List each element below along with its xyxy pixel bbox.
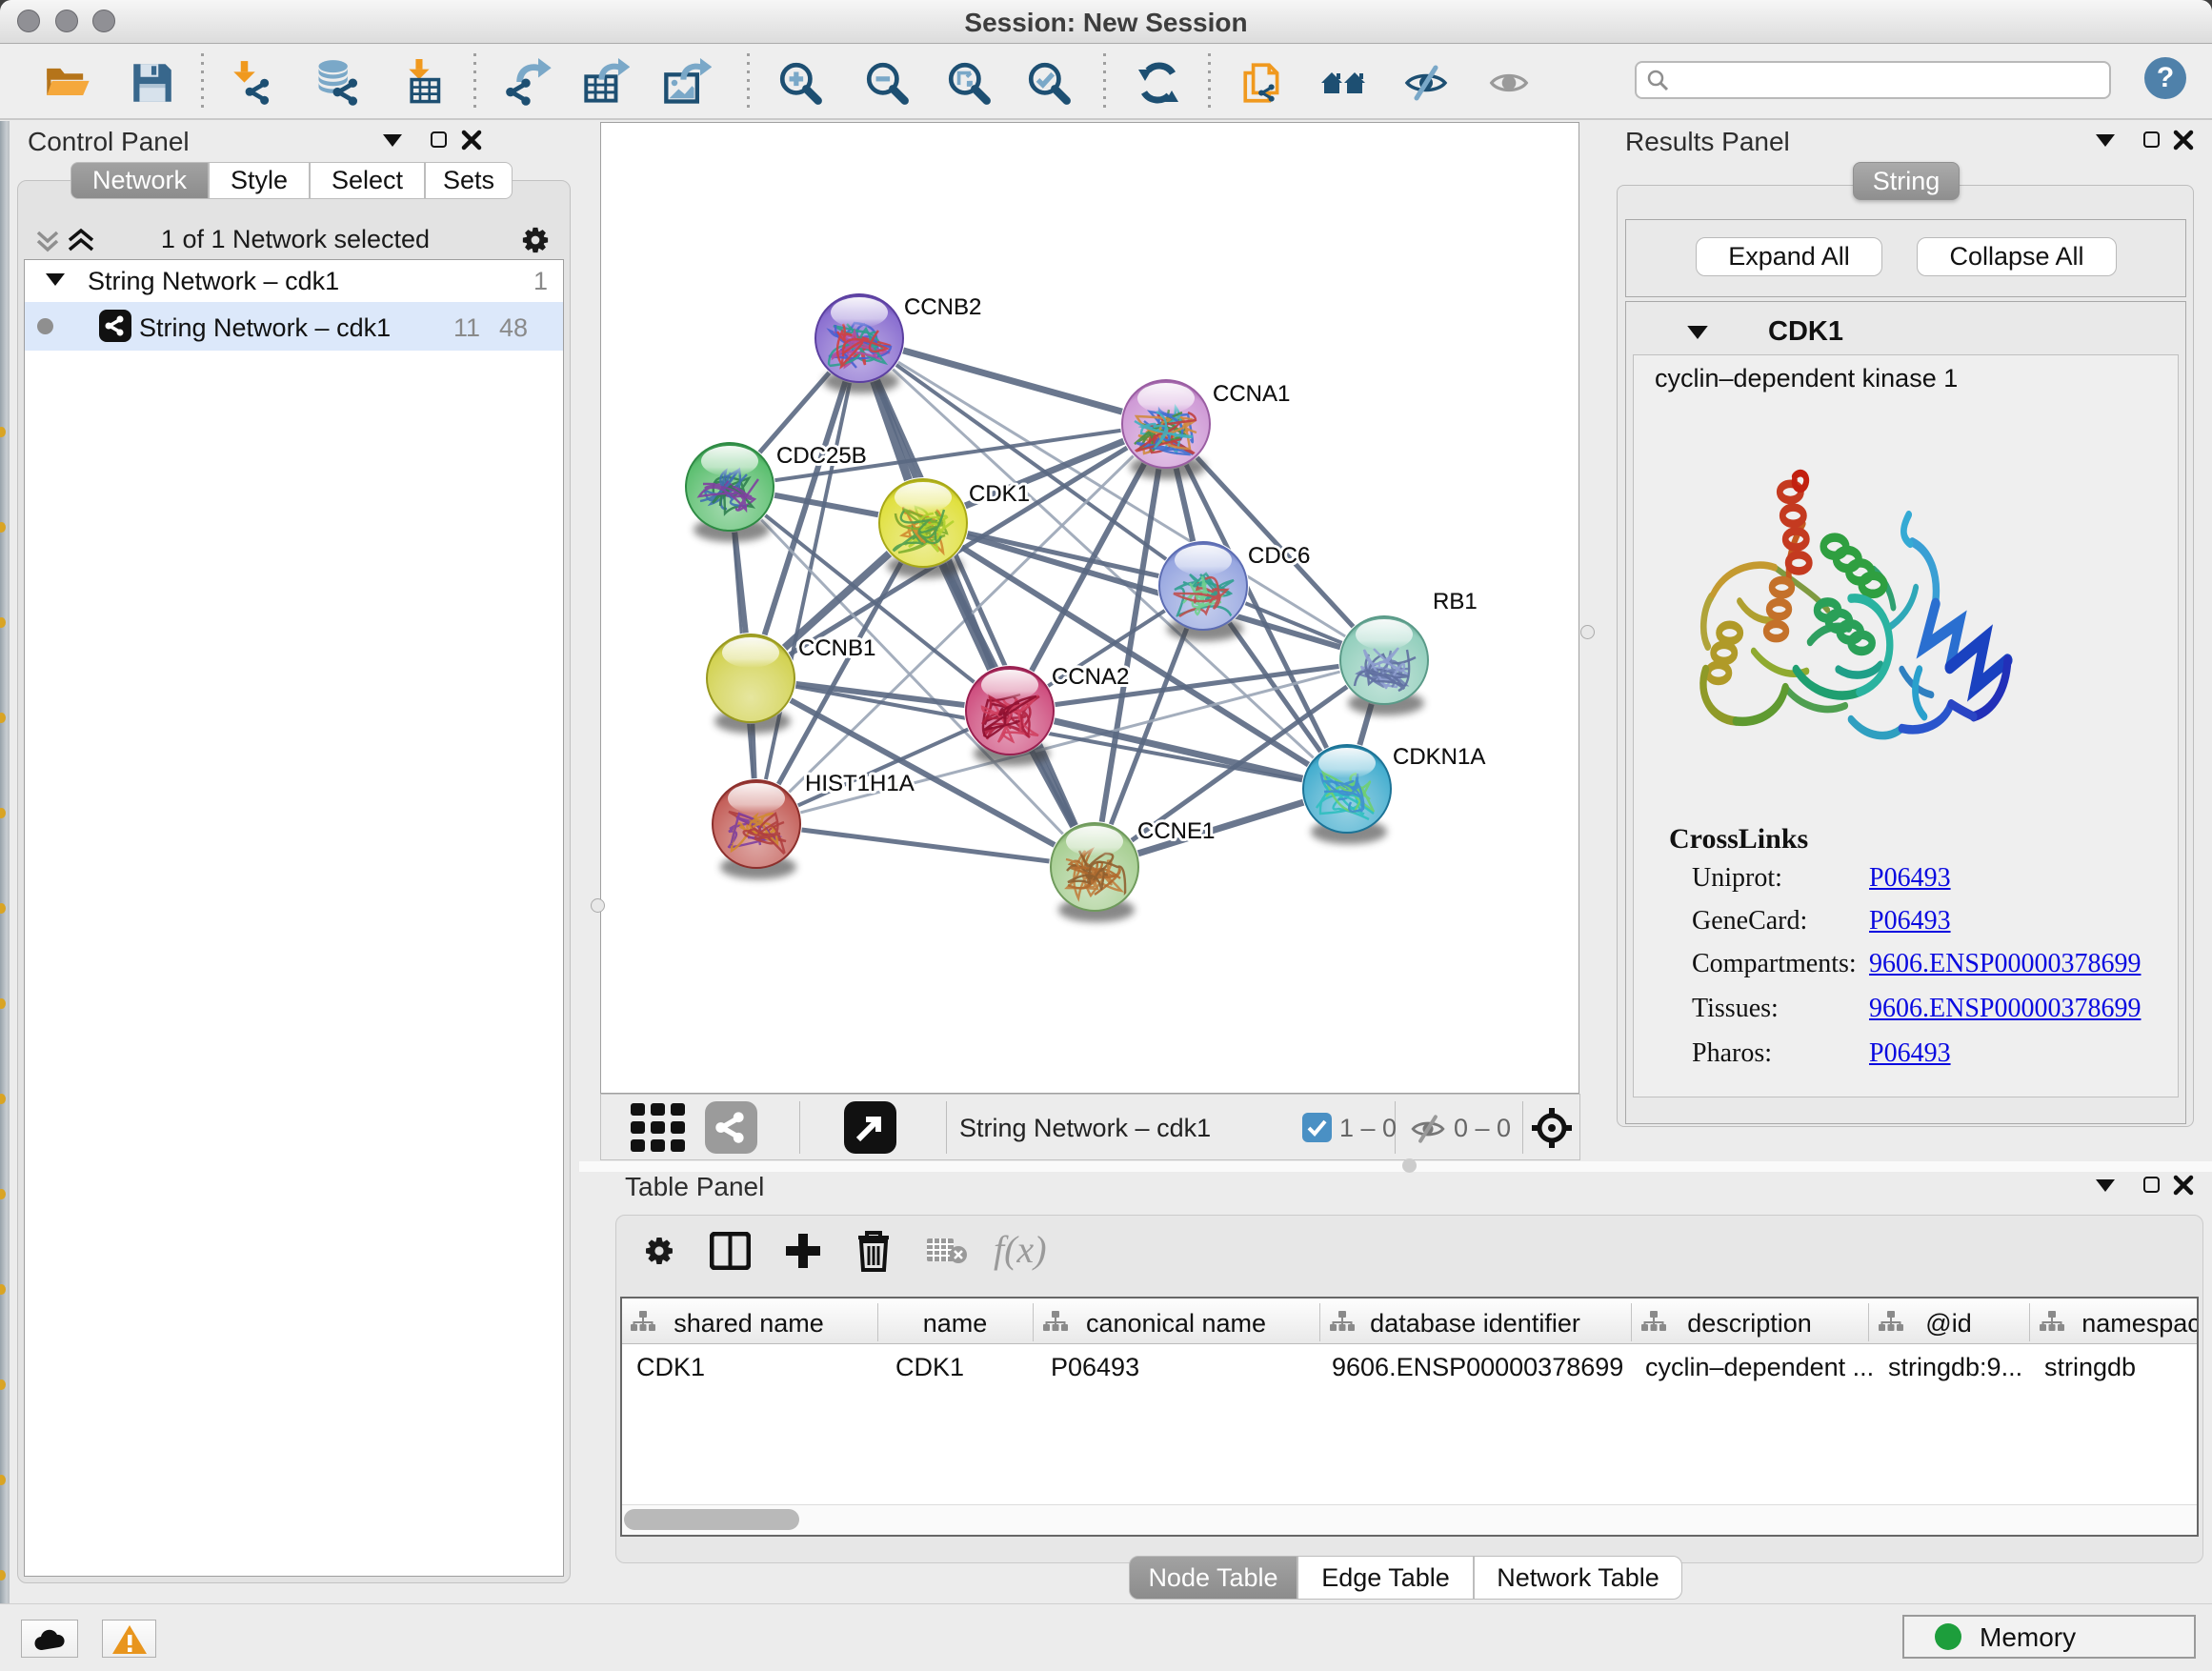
svg-text:CCNB2: CCNB2 <box>904 294 981 320</box>
svg-text:CCNA2: CCNA2 <box>1052 664 1129 690</box>
svg-text:CDKN1A: CDKN1A <box>1393 744 1485 770</box>
svg-text:CCNB1: CCNB1 <box>798 635 875 661</box>
svg-text:CCNE1: CCNE1 <box>1137 818 1215 844</box>
svg-text:CDK1: CDK1 <box>969 481 1030 507</box>
svg-text:RB1: RB1 <box>1433 589 1478 614</box>
svg-text:CDC25B: CDC25B <box>776 443 867 469</box>
svg-text:CCNA1: CCNA1 <box>1213 381 1290 407</box>
svg-text:HIST1H1A: HIST1H1A <box>805 771 915 796</box>
svg-text:CDC6: CDC6 <box>1248 543 1310 569</box>
